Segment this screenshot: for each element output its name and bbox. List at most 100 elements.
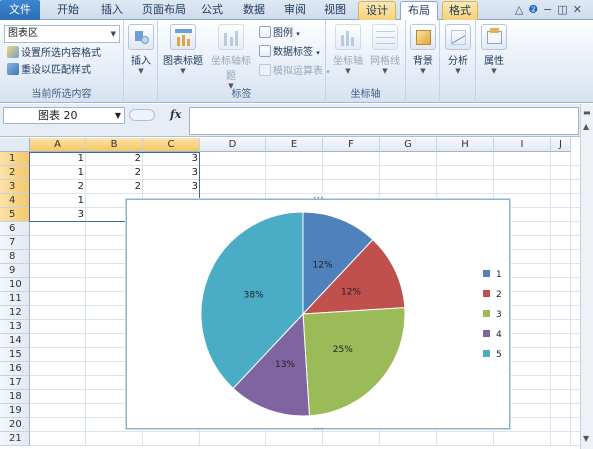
chevron-down-icon: ▼ bbox=[420, 67, 426, 75]
help-icon[interactable]: ❷ bbox=[528, 3, 543, 16]
cell-a1[interactable]: 1 bbox=[30, 152, 86, 166]
insert-button[interactable]: 插入 ▼ bbox=[127, 24, 155, 75]
legend-entry-4[interactable]: 4 bbox=[483, 330, 502, 350]
name-box[interactable]: 图表 20 ▼ bbox=[3, 107, 125, 124]
legend-button[interactable]: 图例 ▾ bbox=[259, 26, 300, 42]
ribbon-collapse-icon[interactable]: △ bbox=[515, 3, 528, 16]
data-label-4[interactable]: 13% bbox=[275, 360, 295, 370]
chart-legend[interactable]: 1 2 3 4 5 bbox=[483, 270, 502, 370]
cell-b3[interactable]: 2 bbox=[86, 180, 143, 194]
column-header-a[interactable]: A bbox=[30, 138, 86, 152]
row-header-4[interactable]: 4 bbox=[0, 194, 30, 208]
cell-c2[interactable]: 3 bbox=[143, 166, 200, 180]
data-label-2[interactable]: 12% bbox=[341, 287, 361, 297]
column-header-j[interactable]: J bbox=[551, 138, 571, 152]
cell-b1[interactable]: 2 bbox=[86, 152, 143, 166]
row-header-14[interactable]: 14 bbox=[0, 334, 30, 348]
tab-insert[interactable]: 插入 bbox=[92, 1, 132, 20]
column-header-f[interactable]: F bbox=[323, 138, 380, 152]
legend-entry-3[interactable]: 3 bbox=[483, 310, 502, 330]
cell-c3[interactable]: 3 bbox=[143, 180, 200, 194]
resize-handle-left[interactable] bbox=[124, 312, 127, 320]
data-table-button[interactable]: 模拟运算表 ▾ bbox=[259, 64, 330, 80]
resize-handle-bottom[interactable]: ••• bbox=[313, 427, 324, 433]
tab-layout[interactable]: 布局 bbox=[400, 1, 438, 21]
chart-area[interactable]: 12% 12% 25% 13% 38% 1 2 3 4 5 ••• ••• bbox=[124, 196, 512, 433]
legend-entry-5[interactable]: 5 bbox=[483, 350, 502, 370]
chart-title-button[interactable]: 图表标题 ▼ bbox=[161, 24, 205, 75]
row-header-3[interactable]: 3 bbox=[0, 180, 30, 194]
restore-icon[interactable]: ◫ bbox=[557, 3, 572, 16]
analysis-button[interactable]: 分析 ▼ bbox=[444, 24, 472, 75]
data-label-5[interactable]: 38% bbox=[244, 290, 264, 300]
pie-slice-3[interactable] bbox=[302, 307, 406, 417]
tab-file[interactable]: 文件 bbox=[0, 0, 40, 20]
column-header-i[interactable]: I bbox=[494, 138, 551, 152]
cell-a3[interactable]: 2 bbox=[30, 180, 86, 194]
data-labels-button[interactable]: 数据标签 ▾ bbox=[259, 45, 320, 61]
insert-function-button[interactable]: fx bbox=[170, 108, 181, 121]
column-header-b[interactable]: B bbox=[86, 138, 143, 152]
row-header-16[interactable]: 16 bbox=[0, 362, 30, 376]
row-header-17[interactable]: 17 bbox=[0, 376, 30, 390]
cell-b2[interactable]: 2 bbox=[86, 166, 143, 180]
legend-entry-2[interactable]: 2 bbox=[483, 290, 502, 310]
row-header-7[interactable]: 7 bbox=[0, 236, 30, 250]
chart-elements-dropdown[interactable]: 图表区 ▼ bbox=[4, 25, 120, 43]
column-header-d[interactable]: D bbox=[200, 138, 266, 152]
pie-chart[interactable]: 12% 12% 25% 13% 38% bbox=[127, 200, 511, 430]
format-selection-button[interactable]: 设置所选内容格式 bbox=[7, 46, 101, 62]
resize-handle-right[interactable] bbox=[509, 312, 512, 320]
cell-c1[interactable]: 3 bbox=[143, 152, 200, 166]
scroll-down-icon[interactable]: ▼ bbox=[583, 434, 589, 443]
select-all-corner[interactable] bbox=[0, 138, 30, 152]
close-icon[interactable]: ✕ bbox=[573, 3, 587, 16]
row-header-8[interactable]: 8 bbox=[0, 250, 30, 264]
tab-data[interactable]: 数据 bbox=[234, 1, 274, 20]
cell-a5[interactable]: 3 bbox=[30, 208, 86, 222]
split-box-icon[interactable]: ▬ bbox=[583, 108, 591, 117]
formula-input[interactable] bbox=[189, 107, 579, 135]
tab-formulas[interactable]: 公式 bbox=[194, 1, 230, 20]
row-header-11[interactable]: 11 bbox=[0, 292, 30, 306]
column-header-h[interactable]: H bbox=[437, 138, 494, 152]
row-header-18[interactable]: 18 bbox=[0, 390, 30, 404]
row-header-13[interactable]: 13 bbox=[0, 320, 30, 334]
resize-handle-top[interactable]: ••• bbox=[313, 196, 324, 202]
vertical-scrollbar[interactable]: ▬ ▲ ▼ bbox=[580, 104, 593, 449]
data-label-3[interactable]: 25% bbox=[333, 345, 353, 355]
minimize-icon[interactable]: − bbox=[543, 3, 557, 16]
legend-entry-1[interactable]: 1 bbox=[483, 270, 502, 290]
cell-a4[interactable]: 1 bbox=[30, 194, 86, 208]
data-label-1[interactable]: 12% bbox=[313, 261, 333, 271]
row-header-6[interactable]: 6 bbox=[0, 222, 30, 236]
cell-a2[interactable]: 1 bbox=[30, 166, 86, 180]
row-header-15[interactable]: 15 bbox=[0, 348, 30, 362]
row-header-20[interactable]: 20 bbox=[0, 418, 30, 432]
gridlines-button[interactable]: 网格线 ▼ bbox=[368, 24, 402, 75]
background-button[interactable]: 背景 ▼ bbox=[409, 24, 437, 75]
row-header-12[interactable]: 12 bbox=[0, 306, 30, 320]
formula-expand-handle[interactable] bbox=[129, 109, 155, 121]
scroll-up-icon[interactable]: ▲ bbox=[583, 122, 589, 131]
axis-title-button[interactable]: 坐标轴标题 ▼ bbox=[207, 24, 255, 90]
tab-design[interactable]: 设计 bbox=[358, 1, 396, 20]
tab-review[interactable]: 审阅 bbox=[278, 1, 312, 20]
properties-button[interactable]: 属性 ▼ bbox=[480, 24, 508, 75]
reset-style-button[interactable]: 重设以匹配样式 bbox=[7, 63, 91, 79]
row-header-21[interactable]: 21 bbox=[0, 432, 30, 446]
column-header-g[interactable]: G bbox=[380, 138, 437, 152]
tab-home[interactable]: 开始 bbox=[48, 1, 88, 20]
row-header-19[interactable]: 19 bbox=[0, 404, 30, 418]
row-header-10[interactable]: 10 bbox=[0, 278, 30, 292]
row-header-9[interactable]: 9 bbox=[0, 264, 30, 278]
tab-page-layout[interactable]: 页面布局 bbox=[136, 1, 192, 20]
column-header-e[interactable]: E bbox=[266, 138, 323, 152]
column-header-c[interactable]: C bbox=[143, 138, 200, 152]
tab-view[interactable]: 视图 bbox=[316, 1, 354, 20]
tab-format[interactable]: 格式 bbox=[442, 1, 478, 20]
row-header-5[interactable]: 5 bbox=[0, 208, 30, 222]
row-header-1[interactable]: 1 bbox=[0, 152, 30, 166]
axes-button[interactable]: 坐标轴 ▼ bbox=[332, 24, 364, 75]
row-header-2[interactable]: 2 bbox=[0, 166, 30, 180]
